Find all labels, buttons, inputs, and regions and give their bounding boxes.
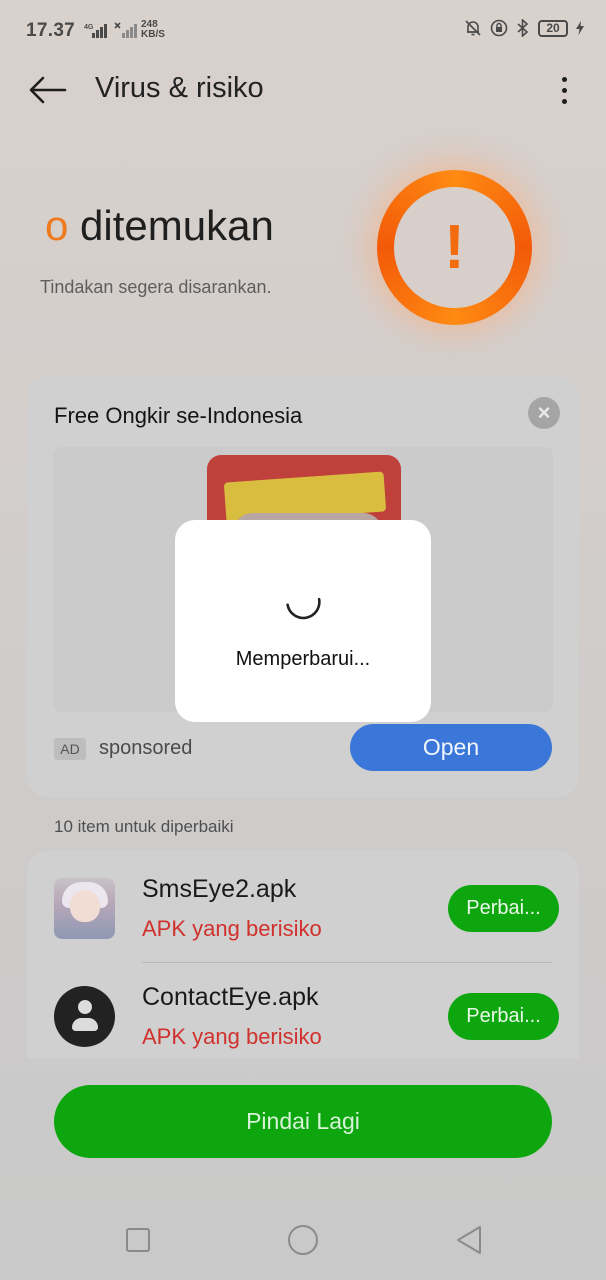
- app-name: SmsEye2.apk: [142, 875, 297, 903]
- battery-indicator: 20: [538, 19, 568, 37]
- charging-icon: [576, 21, 584, 35]
- app-header: Virus & risiko: [0, 62, 606, 118]
- ad-close-button[interactable]: ×: [528, 397, 560, 429]
- more-dot-icon: [561, 98, 567, 104]
- spinner-icon: [286, 597, 321, 620]
- signal-no-service-icon: [114, 22, 137, 38]
- contact-icon: [54, 986, 115, 1047]
- network-speed: 248 KB/S: [141, 19, 165, 40]
- risk-list: SmsEye2.apk APK yang berisiko Perbai... …: [27, 851, 579, 1058]
- status-bar: 17.37 4G 248 KB/S 20: [0, 0, 606, 62]
- fix-button[interactable]: Perbai...: [448, 885, 559, 932]
- bluetooth-icon: [517, 19, 529, 37]
- status-time: 17.37: [26, 20, 76, 41]
- list-item[interactable]: SmsEye2.apk APK yang berisiko Perbai...: [27, 851, 579, 963]
- signal-icons: 4G: [84, 22, 138, 38]
- app-icon: [54, 878, 115, 939]
- close-icon: ×: [537, 400, 551, 425]
- more-options-button[interactable]: [554, 70, 574, 110]
- headline-text: ditemukan: [68, 202, 274, 249]
- more-dot-icon: [561, 76, 567, 82]
- sponsored-label: sponsored: [99, 737, 193, 759]
- arrow-left-icon: [29, 76, 67, 104]
- signal-4g-icon: 4G: [84, 24, 107, 38]
- ad-badge: AD: [54, 738, 86, 760]
- rescan-button[interactable]: Pindai Lagi: [54, 1085, 552, 1158]
- status-right-icons: 20: [464, 19, 584, 37]
- page-title: Virus & risiko: [95, 72, 264, 104]
- open-button[interactable]: Open: [350, 724, 552, 771]
- items-count-label: 10 item untuk diperbaiki: [54, 817, 234, 836]
- ad-title: Free Ongkir se-Indonesia: [54, 403, 303, 428]
- list-item[interactable]: ContactEye.apk APK yang berisiko Perbai.…: [27, 959, 579, 1058]
- exclamation-icon: !: [444, 212, 465, 282]
- fix-button[interactable]: Perbai...: [448, 993, 559, 1040]
- threat-count: o: [45, 202, 69, 249]
- threat-headline: o ditemukan: [45, 202, 274, 250]
- recommendation-text: Tindakan segera disarankan.: [40, 277, 272, 297]
- app-name: ContactEye.apk: [142, 983, 319, 1011]
- svg-text:4G: 4G: [84, 24, 94, 31]
- back-button[interactable]: [26, 70, 70, 110]
- rotation-lock-icon: [490, 19, 508, 37]
- risk-label: APK yang berisiko: [142, 916, 322, 941]
- bell-off-icon: [465, 20, 481, 36]
- recent-apps-icon[interactable]: [126, 1228, 150, 1252]
- system-nav-bar: [0, 1200, 606, 1280]
- warning-ring: !: [377, 170, 532, 325]
- risk-label: APK yang berisiko: [142, 1024, 322, 1049]
- home-icon[interactable]: [288, 1225, 318, 1255]
- more-dot-icon: [561, 87, 567, 93]
- loading-dialog: Memperbarui...: [175, 520, 431, 722]
- back-triangle-icon[interactable]: [455, 1225, 483, 1255]
- loading-text: Memperbarui...: [235, 648, 371, 670]
